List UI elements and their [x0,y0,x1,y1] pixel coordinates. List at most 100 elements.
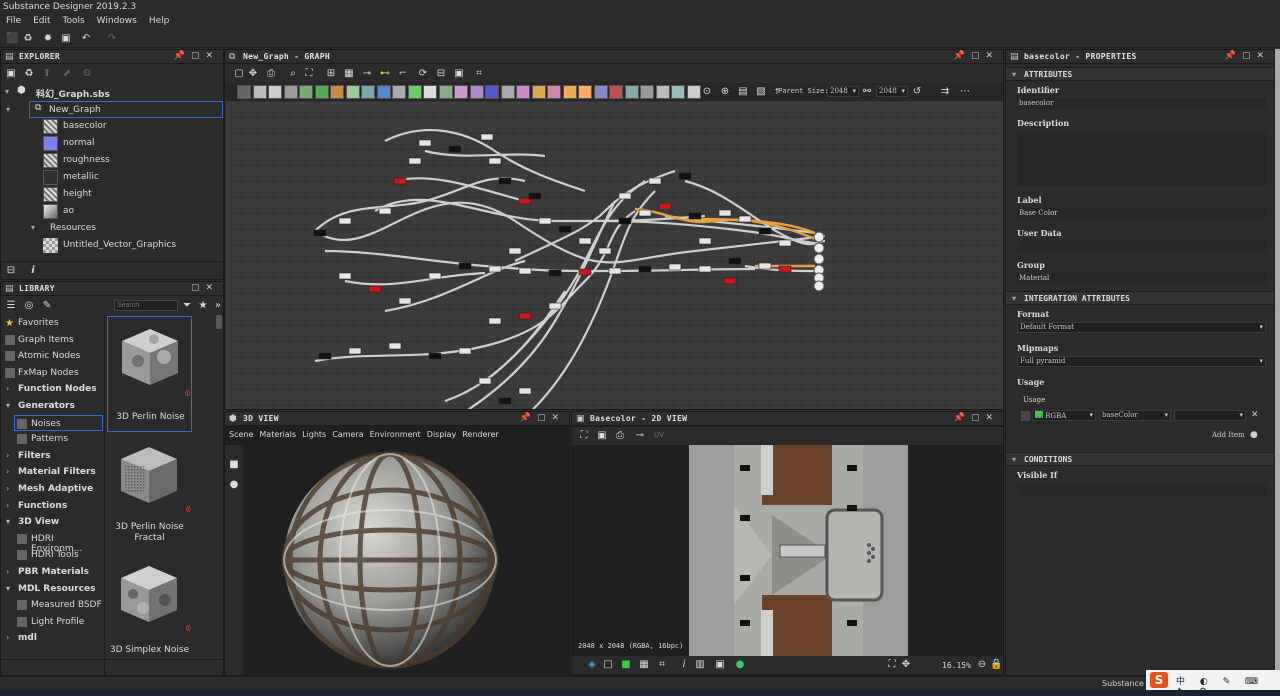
library-search-input[interactable] [114,300,178,311]
menu-materials[interactable]: Materials [259,430,296,439]
options-icon[interactable]: ⋯ [959,86,971,98]
library-category[interactable]: › Mesh Adaptive [1,481,104,497]
tree-output[interactable]: ao [1,203,223,220]
3d-icon[interactable]: ▧ [755,86,767,98]
library-category[interactable]: › mdl [1,630,104,646]
menu-edit[interactable]: Edit [27,14,56,30]
graph-node[interactable] [338,217,352,225]
node-palette-button[interactable] [655,85,670,99]
section-conditions[interactable]: ▾ CONDITIONS [1006,452,1274,466]
library-category[interactable]: ▾ MDL Resources [1,581,104,597]
graph-node[interactable] [428,272,442,280]
2d-viewport[interactable]: 2048 x 2048 (RGBA, 16bpc) [572,445,1003,658]
graph-node[interactable] [498,397,512,405]
visible-if-field[interactable] [1017,484,1266,495]
node-palette-button[interactable] [516,85,530,99]
graph-node[interactable] [398,297,412,305]
library-card-3d-perlin-noise[interactable]: ⟃ 3D Perlin Noise [107,316,192,432]
graph-canvas[interactable] [225,101,1003,409]
chevron-icon[interactable]: › [6,501,9,510]
panel-buttons[interactable]: 📌▢✕ [954,413,999,423]
crop-icon[interactable]: ⌗ [473,68,485,80]
node-palette-button[interactable] [392,85,406,99]
identifier-field[interactable]: basecolor [1017,98,1266,109]
graph-node[interactable] [578,237,592,245]
node-palette-button[interactable] [407,85,422,99]
library-category[interactable]: Noises [14,414,103,431]
chevron-icon[interactable]: ▾ [6,401,10,410]
node-palette-button[interactable] [640,85,654,99]
node-palette-button[interactable] [314,85,329,99]
chevron-icon[interactable]: › [6,567,9,576]
lock-icon[interactable]: 🔒 [990,659,1002,671]
library-menu-icon[interactable]: ☰ [5,300,17,312]
graph-node[interactable] [393,177,407,185]
light-bulb-icon[interactable]: ● [228,479,240,491]
graph-node[interactable] [318,352,332,360]
chevron-icon[interactable]: › [6,633,9,642]
hierarchy-icon[interactable]: ⌐ [397,68,409,80]
library-category[interactable]: HDRI Tools [1,547,104,563]
node-palette-button[interactable] [562,85,577,99]
more-icon[interactable]: ⊙ [701,86,713,98]
label-field[interactable]: Base Color [1017,208,1266,219]
node-palette-button[interactable] [547,85,561,99]
menu-environment[interactable]: Environment [370,430,421,439]
graph-node[interactable] [313,229,327,237]
tree-output[interactable]: height [1,186,223,203]
menu-file[interactable]: File [0,14,27,30]
tree-output[interactable]: normal [1,135,223,152]
node-palette-button[interactable] [578,85,592,99]
graph-node[interactable] [558,225,572,233]
graph-node[interactable] [338,272,352,280]
open-icon[interactable]: ♻ [22,33,34,45]
library-category[interactable]: ▾ Generators [1,398,104,414]
graph-node[interactable] [378,207,392,215]
graph-node[interactable] [508,247,522,255]
node-palette-button[interactable] [423,85,437,99]
graph-node[interactable] [728,257,742,265]
graph-node[interactable] [428,352,442,360]
favorite-add-icon[interactable]: ★ [197,300,209,312]
output-port[interactable] [813,231,825,243]
tree-view-icon[interactable]: ⊟ [5,265,17,277]
library-category[interactable]: ★ Favorites [1,315,104,331]
graph-node[interactable] [598,247,612,255]
menu-display[interactable]: Display [427,430,457,439]
library-category[interactable]: › Filters [1,448,104,464]
node-palette-button[interactable] [376,85,391,99]
section-attributes[interactable]: ▾ ATTRIBUTES [1006,67,1274,81]
node-palette-button[interactable] [531,85,546,99]
fit-icon[interactable]: ⛶ [886,659,898,671]
graph-node[interactable] [698,265,712,273]
graph-node[interactable] [648,177,662,185]
uv-dropdown[interactable]: UV [654,431,664,439]
node-palette-button[interactable] [671,85,685,99]
tile-icon[interactable]: ▦ [638,659,650,671]
graph-node[interactable] [718,209,732,217]
export-icon[interactable]: ▤ [737,86,749,98]
grid-icon[interactable]: ⌗ [656,659,668,671]
library-category[interactable]: › Functions [1,498,104,514]
brush-icon[interactable]: ✎ [41,300,53,312]
output-nodes[interactable] [813,231,825,292]
chevron-icon[interactable]: › [6,384,9,393]
panel-buttons[interactable]: 📌▢✕ [1225,51,1270,61]
graph-node[interactable] [480,133,494,141]
node-palette-button[interactable] [268,85,282,99]
chevron-icon[interactable]: › [6,484,9,493]
add-icon[interactable]: ● [1250,430,1258,440]
size-select[interactable]: 2048 ▾ [876,86,908,97]
reset-icon[interactable]: ↺ [911,86,923,98]
library-category[interactable]: Measured BSDF [1,597,104,613]
menu-tools[interactable]: Tools [57,14,91,30]
tree-resource-item[interactable]: Untitled_Vector_Graphics [1,237,223,254]
graph-node[interactable] [738,215,752,223]
menu-help[interactable]: Help [143,14,176,30]
graph-node[interactable] [488,317,502,325]
filter-icon[interactable]: ⏷ [181,300,193,312]
chevron-icon[interactable]: › [6,451,9,460]
menu-camera[interactable]: Camera [332,430,363,439]
graph-node[interactable] [518,267,532,275]
node-palette-button[interactable] [609,85,623,99]
